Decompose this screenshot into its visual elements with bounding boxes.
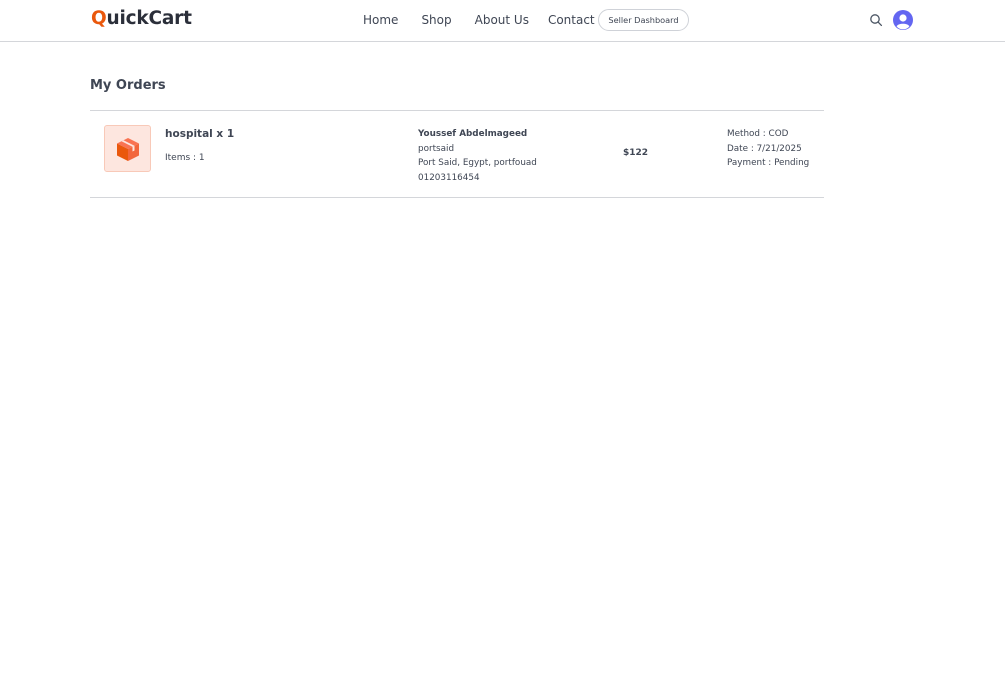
- order-date: Date : 7/21/2025: [727, 143, 802, 154]
- address-line-1: portsaid: [418, 143, 455, 154]
- top-navbar: QuickCart Home Shop About Us Contact Sel…: [0, 0, 1005, 42]
- nav-link-about-us[interactable]: About Us: [475, 13, 529, 27]
- customer-name: Youssef Abdelmageed: [418, 129, 528, 139]
- nav-link-contact[interactable]: Contact: [548, 13, 595, 27]
- order-product-summary: hospital x 1: [165, 128, 235, 140]
- nav-link-shop[interactable]: Shop: [421, 13, 451, 27]
- order-meta: Method : COD Date : 7/21/2025 Payment : …: [727, 127, 809, 171]
- shipping-address: Youssef Abdelmageed portsaid Port Said, …: [418, 127, 537, 185]
- order-items-count: Items : 1: [165, 153, 205, 163]
- user-avatar-icon[interactable]: [893, 10, 913, 30]
- payment-status: Payment : Pending: [727, 158, 810, 168]
- main-nav: Home Shop About Us Contact: [363, 13, 595, 27]
- address-line-2: Port Said, Egypt, portfouad: [418, 158, 537, 168]
- page-title: My Orders: [90, 78, 166, 93]
- nav-link-home[interactable]: Home: [363, 13, 398, 27]
- box-icon: [116, 137, 139, 161]
- seller-dashboard-button[interactable]: Seller Dashboard: [598, 9, 689, 31]
- search-icon[interactable]: [869, 13, 883, 27]
- order-amount: $122: [623, 148, 649, 158]
- order-thumbnail: [104, 125, 151, 172]
- order-row: hospital x 1 Items : 1 Youssef Abdelmage…: [90, 111, 824, 197]
- orders-bottom-divider: [90, 197, 824, 198]
- logo-text: uickCart: [106, 8, 192, 29]
- payment-method: Method : COD: [727, 129, 789, 139]
- customer-phone: 01203116454: [418, 172, 480, 183]
- logo-letter-q: Q: [91, 8, 107, 29]
- quickcart-logo[interactable]: QuickCart: [91, 8, 192, 29]
